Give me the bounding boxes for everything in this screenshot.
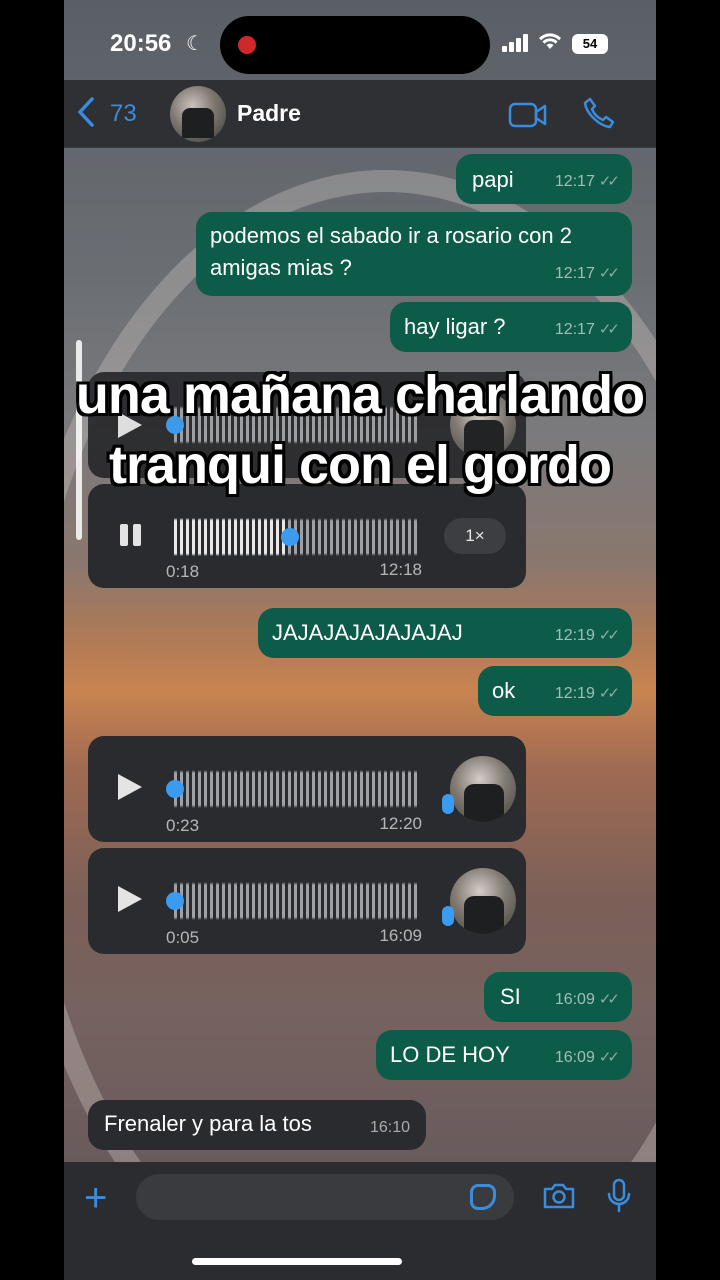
battery-icon: 54 bbox=[572, 34, 608, 54]
message-text: SI bbox=[500, 984, 521, 1009]
home-indicator[interactable] bbox=[192, 1258, 402, 1265]
message-time: 16:09 ✓✓ bbox=[554, 991, 620, 1008]
message-text: JAJAJAJAJAJAJAJ bbox=[272, 620, 463, 645]
dynamic-island bbox=[220, 16, 490, 74]
playback-knob[interactable] bbox=[166, 780, 184, 798]
play-icon[interactable] bbox=[118, 886, 142, 912]
message-bubble[interactable]: hay ligar ? 12:17 ✓✓ bbox=[390, 302, 632, 352]
message-bubble[interactable]: podemos el sabado ir a rosario con 2 ami… bbox=[196, 212, 632, 296]
add-attachment-icon[interactable]: + bbox=[84, 1176, 107, 1221]
microphone-icon[interactable] bbox=[606, 1178, 632, 1214]
voice-duration: 0:18 bbox=[166, 562, 200, 581]
message-bubble[interactable]: ok 12:19 ✓✓ bbox=[478, 666, 632, 716]
waveform-played bbox=[174, 518, 288, 556]
message-bubble[interactable]: Frenaler y para la tos 16:10 bbox=[88, 1100, 426, 1150]
status-bar: 20:56 ☾ 54 bbox=[64, 0, 656, 88]
pause-icon[interactable] bbox=[120, 524, 144, 546]
waveform[interactable] bbox=[174, 882, 418, 920]
voice-time: 16:09 bbox=[379, 926, 422, 945]
voice-duration: 0:23 bbox=[166, 816, 200, 835]
playback-speed-button[interactable]: 1× bbox=[444, 518, 506, 554]
voice-note[interactable]: 0:23 12:20 bbox=[88, 736, 526, 842]
message-time: 12:17 ✓✓ bbox=[554, 173, 620, 190]
video-call-icon[interactable] bbox=[508, 102, 547, 128]
sender-avatar bbox=[450, 756, 516, 822]
recording-dot-icon bbox=[238, 36, 256, 54]
voice-time: 12:18 bbox=[379, 560, 422, 579]
status-time: 20:56 bbox=[110, 30, 172, 57]
playback-knob[interactable] bbox=[280, 528, 299, 546]
message-time: 12:17 ✓✓ bbox=[554, 265, 620, 282]
message-bubble[interactable]: JAJAJAJAJAJAJAJ 12:19 ✓✓ bbox=[258, 608, 632, 658]
moon-icon: ☾ bbox=[186, 33, 204, 55]
message-text: papi bbox=[472, 167, 514, 192]
message-bubble[interactable]: papi 12:17 ✓✓ bbox=[456, 154, 632, 204]
voice-note[interactable]: 0:05 16:09 bbox=[88, 848, 526, 954]
message-text: hay ligar ? bbox=[404, 314, 506, 339]
phone-call-icon[interactable] bbox=[582, 96, 616, 130]
voice-duration: 0:05 bbox=[166, 928, 200, 947]
chat-header: 73 Padre bbox=[64, 80, 656, 148]
waveform[interactable] bbox=[174, 770, 418, 808]
play-icon[interactable] bbox=[118, 774, 142, 800]
mic-badge-icon bbox=[442, 906, 454, 926]
message-input[interactable] bbox=[136, 1174, 514, 1220]
message-time: 16:10 bbox=[369, 1119, 410, 1136]
signal-icon bbox=[502, 34, 530, 52]
message-time: 12:17 ✓✓ bbox=[554, 321, 620, 338]
wifi-icon bbox=[538, 32, 562, 56]
mic-badge-icon bbox=[442, 794, 454, 814]
message-time: 16:09 ✓✓ bbox=[554, 1049, 620, 1066]
message-time: 12:19 ✓✓ bbox=[554, 627, 620, 644]
message-bubble[interactable]: LO DE HOY 16:09 ✓✓ bbox=[376, 1030, 632, 1080]
unread-count[interactable]: 73 bbox=[110, 100, 137, 128]
playback-knob[interactable] bbox=[166, 892, 184, 910]
message-text: LO DE HOY bbox=[390, 1042, 510, 1067]
camera-icon[interactable] bbox=[542, 1182, 576, 1210]
back-chevron-icon[interactable] bbox=[76, 96, 96, 135]
sender-avatar bbox=[450, 868, 516, 934]
message-bubble[interactable]: SI 16:09 ✓✓ bbox=[484, 972, 632, 1022]
video-caption-overlay: una mañana charlando tranqui con el gord… bbox=[75, 365, 645, 495]
voice-time: 12:20 bbox=[379, 814, 422, 833]
chat-screen: 20:56 ☾ 54 73 Padre papi 12:17 ✓✓ podemos… bbox=[64, 0, 656, 1280]
message-text: ok bbox=[492, 678, 516, 703]
contact-name[interactable]: Padre bbox=[237, 100, 301, 127]
contact-avatar[interactable] bbox=[170, 86, 226, 142]
message-time: 12:19 ✓✓ bbox=[554, 685, 620, 702]
message-text: Frenaler y para la tos bbox=[104, 1111, 312, 1136]
